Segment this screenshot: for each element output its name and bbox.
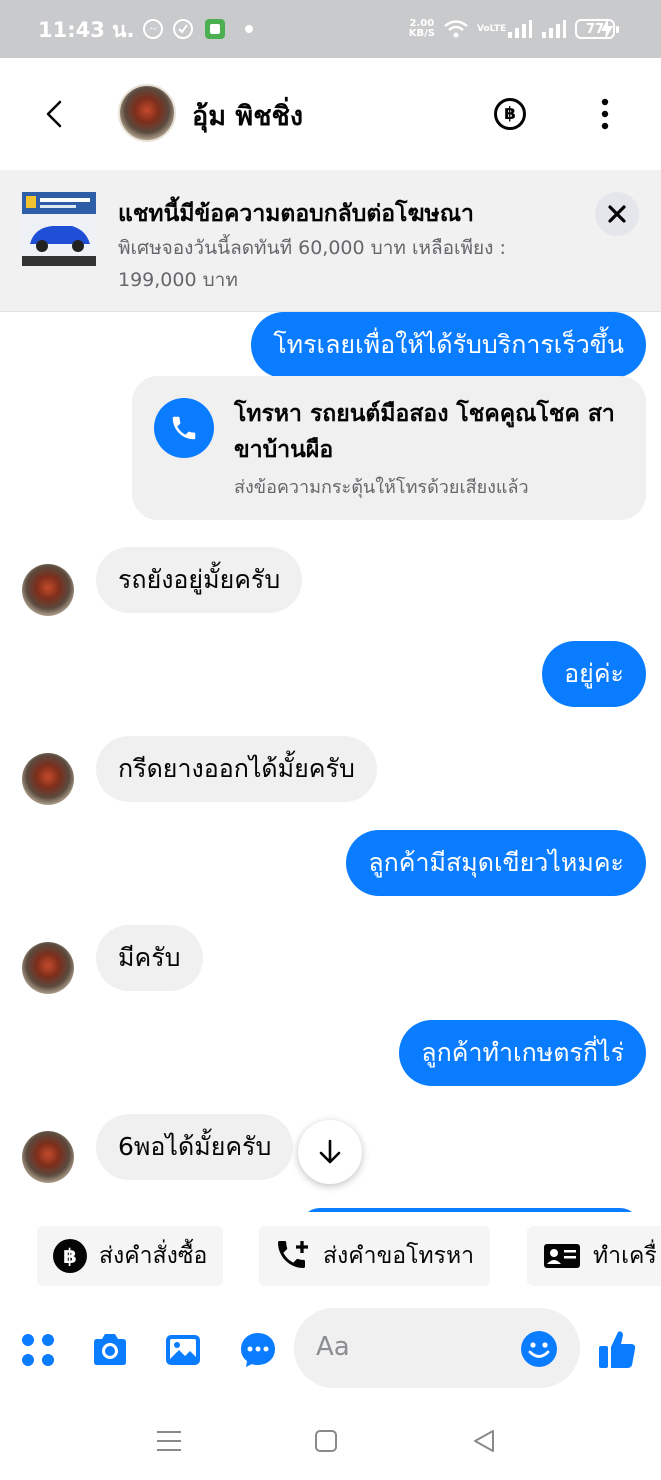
message-composer: Aa: [0, 1302, 661, 1400]
camera-icon[interactable]: [90, 1330, 130, 1370]
gallery-icon[interactable]: [163, 1330, 203, 1370]
messenger-notification-icon: [143, 19, 163, 39]
message-outgoing[interactable]: โทรเลยเพื่อให้ได้รับบริการเร็วขึ้น: [251, 312, 646, 378]
call-request-card[interactable]: โทรหา รถยนต์มือสอง โชคคูณโชค สาขาบ้านผือ…: [132, 376, 646, 520]
nav-back-icon[interactable]: [469, 1426, 499, 1456]
message-outgoing[interactable]: ลูกค้าทำเกษตรกี่ไร่: [399, 1020, 646, 1086]
volte-label: VoLTE: [477, 23, 507, 34]
quick-reply-label: ส่งคำสั่งซื้อ: [99, 1243, 208, 1269]
ad-car-image: [22, 192, 96, 266]
ad-title: แชทนี้มีข้อความตอบกลับต่อโฆษณา: [118, 201, 474, 227]
more-vertical-icon[interactable]: [594, 96, 616, 132]
signal-2-icon: [542, 20, 566, 38]
baht-icon: ฿: [53, 1239, 87, 1273]
contact-name[interactable]: อุ้ม พิชชิ่ง: [192, 94, 303, 137]
message-incoming[interactable]: มีครับ: [96, 925, 203, 991]
phone-icon: [172, 416, 196, 440]
messenger-chat-screen: 11:43 น. 2.00 KB/S VoLTE 77 อุ้ม พิชชิ่ง…: [0, 0, 661, 1480]
baht-icon: ฿: [504, 104, 516, 124]
message-input-placeholder[interactable]: Aa: [316, 1332, 350, 1362]
call-card-subtitle: ส่งข้อความกระตุ้นให้โทรด้วยเสียงแล้ว: [234, 477, 529, 498]
like-icon[interactable]: [598, 1328, 636, 1370]
ad-reply-banner[interactable]: แชทนี้มีข้อความตอบกลับต่อโฆษณา พิเศษจองว…: [0, 170, 661, 312]
message-list[interactable]: โทรเลยเพื่อให้ได้รับบริการเร็วขึ้น โทรหา…: [0, 312, 661, 1212]
message-outgoing[interactable]: อยู่ค่ะ: [542, 641, 646, 707]
charging-bolt-icon: [601, 18, 613, 40]
message-incoming[interactable]: กรีดยางออกได้มั้ยครับ: [96, 736, 377, 802]
arrow-down-icon: [319, 1139, 341, 1164]
quick-reply-contact[interactable]: ทำเครื่: [527, 1226, 661, 1286]
status-indicators: 2.00 KB/S VoLTE 77: [409, 12, 619, 46]
close-icon: [608, 205, 626, 223]
sender-avatar[interactable]: [22, 1131, 74, 1183]
emoji-icon[interactable]: [520, 1330, 558, 1368]
system-navigation-bar: [0, 1400, 661, 1480]
recent-apps-icon[interactable]: [154, 1426, 184, 1456]
call-icon-circle[interactable]: [154, 398, 214, 458]
wifi-icon: [444, 20, 468, 38]
more-notifications-dot-icon: [245, 25, 253, 33]
quick-reply-call-request[interactable]: ส่งคำขอโทรหา: [259, 1226, 491, 1286]
back-arrow-icon[interactable]: [36, 94, 72, 134]
ad-close-button[interactable]: [595, 192, 639, 236]
message-input[interactable]: Aa: [294, 1308, 580, 1388]
quick-reply-bar[interactable]: ฿ ส่งคำสั่งซื้อ ส่งคำขอโทรหา ทำเครื่: [0, 1212, 661, 1302]
sender-avatar[interactable]: [22, 942, 74, 994]
quick-reply-send-order[interactable]: ฿ ส่งคำสั่งซื้อ: [37, 1226, 224, 1286]
chat-bubble-icon[interactable]: [238, 1330, 278, 1370]
ad-description: พิเศษจองวันนี้ลดทันที 60,000 บาท เหลือเพ…: [118, 237, 506, 291]
quick-reply-label: ส่งคำขอโทรหา: [323, 1243, 475, 1269]
apps-grid-icon[interactable]: [18, 1330, 58, 1370]
sender-avatar[interactable]: [22, 564, 74, 616]
contact-card-icon: [544, 1244, 580, 1268]
status-bar: 11:43 น. 2.00 KB/S VoLTE 77: [0, 0, 661, 58]
data-saver-icon: [173, 19, 193, 39]
signal-1-icon: [508, 20, 532, 38]
app-notification-icon: [205, 19, 225, 39]
network-speed-unit: KB/S: [408, 28, 435, 39]
sender-avatar[interactable]: [22, 753, 74, 805]
call-card-title: โทรหา รถยนต์มือสอง โชคคูณโชค สาขาบ้านผือ: [234, 401, 615, 463]
chat-header: อุ้ม พิชชิ่ง ฿: [0, 58, 661, 170]
home-icon[interactable]: [311, 1426, 341, 1456]
contact-avatar[interactable]: [118, 84, 176, 142]
ad-car-thumbnail: [22, 192, 96, 266]
message-incoming[interactable]: รถยังอยู่มั้ยครับ: [96, 547, 303, 613]
quick-reply-label: ทำเครื่: [593, 1243, 657, 1269]
baht-payment-button[interactable]: ฿: [494, 98, 526, 130]
message-incoming[interactable]: 6พอได้มั้ยครับ: [96, 1114, 294, 1180]
status-time: 11:43 น.: [38, 18, 135, 42]
phone-add-icon: [278, 1241, 308, 1268]
scroll-to-bottom-button[interactable]: [298, 1120, 362, 1184]
message-outgoing[interactable]: ลูกค้ามีสมุดเขียวไหมคะ: [346, 830, 646, 896]
network-speed: 2.00 KB/S: [409, 19, 435, 39]
